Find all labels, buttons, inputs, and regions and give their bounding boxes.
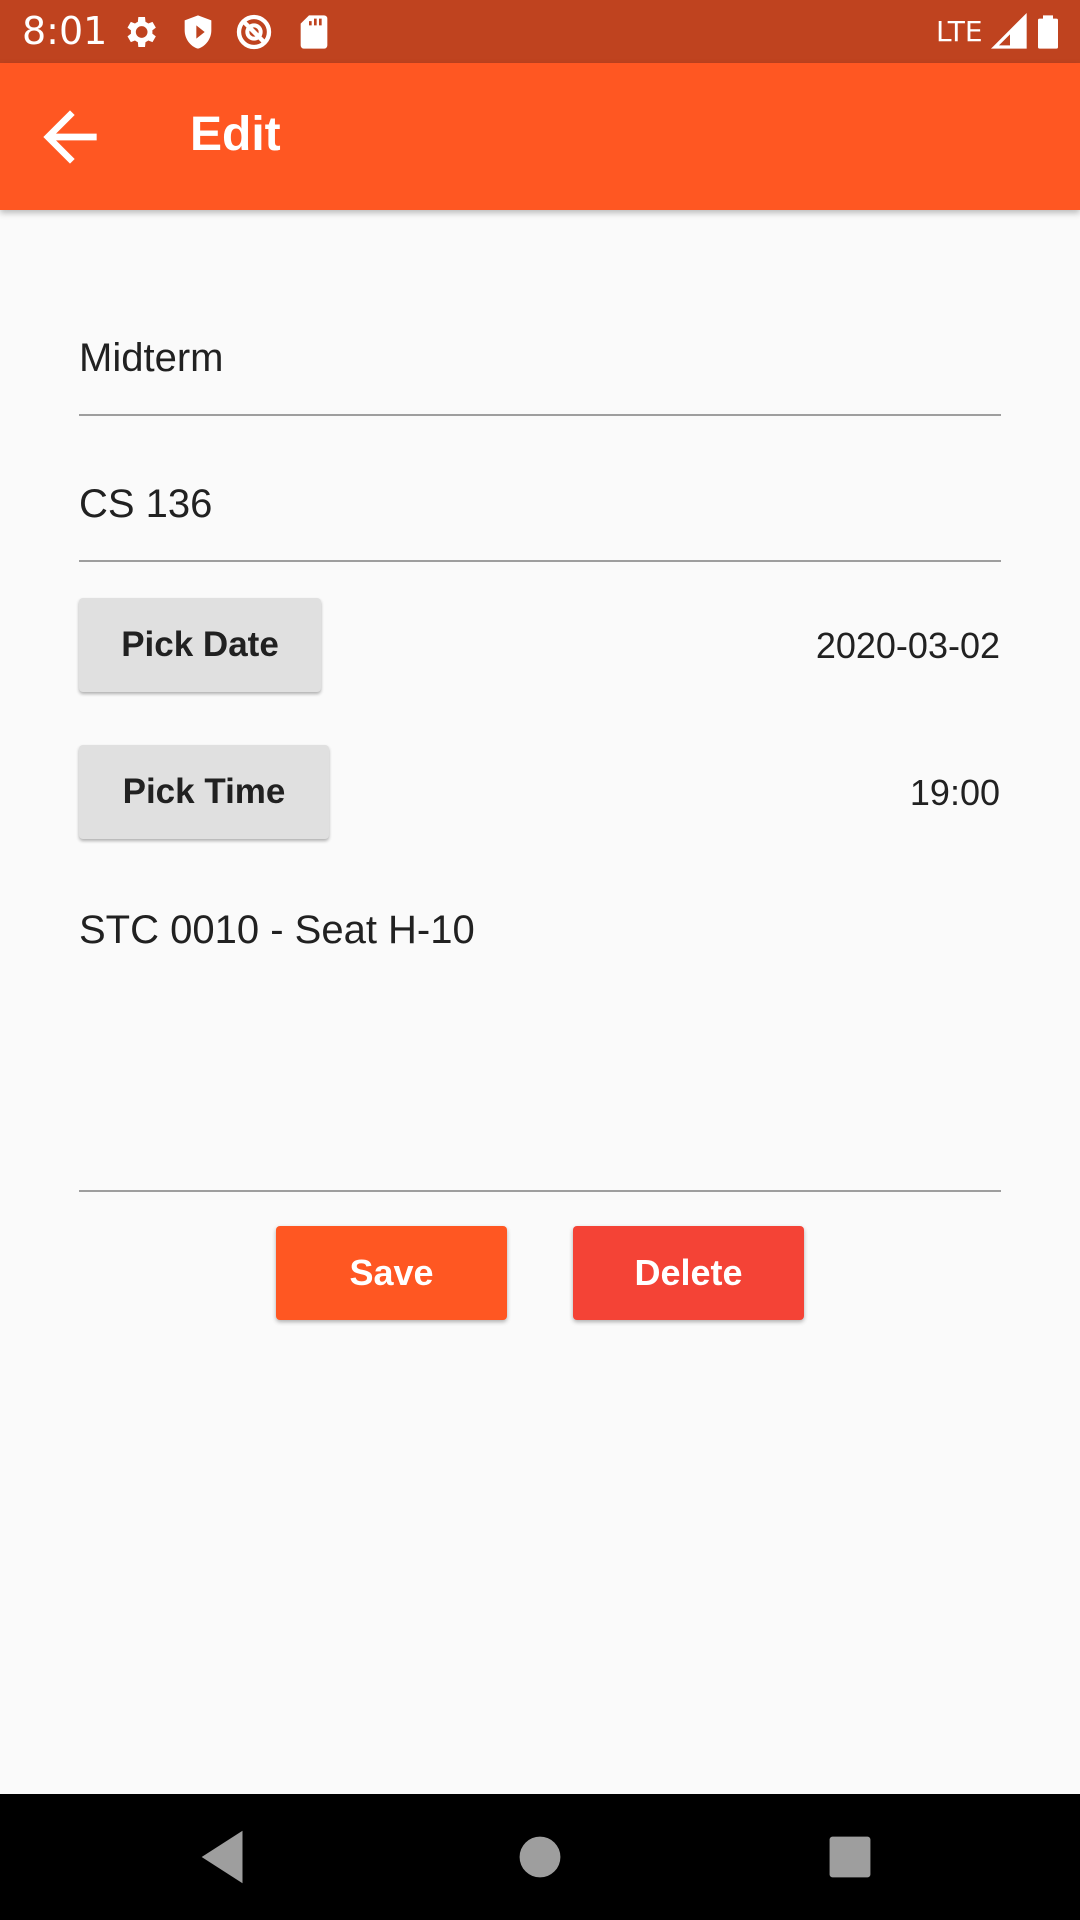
edit-screen: 8:01 LTE Edit Midterm CS 136 Pick Date 2… — [0, 0, 1080, 1920]
home-circle-icon[interactable] — [505, 1822, 575, 1892]
selected-time: 19:00 — [909, 772, 1000, 813]
location-field[interactable]: STC 0010 - Seat H-10 — [79, 900, 1001, 1192]
title-field-value: Midterm — [79, 336, 224, 380]
pick-time-button[interactable]: Pick Time — [79, 745, 329, 839]
signal-icon — [990, 12, 1027, 49]
shield-icon — [184, 15, 212, 49]
navigation-bar — [0, 1794, 1080, 1920]
sd-card-icon — [300, 15, 328, 49]
status-bar: 8:01 LTE — [0, 0, 1080, 63]
pick-date-button[interactable]: Pick Date — [79, 598, 321, 692]
settings-icon — [127, 17, 156, 47]
title-field[interactable]: Midterm — [79, 320, 1001, 416]
back-triangle-icon[interactable] — [190, 1822, 260, 1892]
save-button[interactable]: Save — [276, 1226, 507, 1320]
recents-square-icon[interactable] — [815, 1822, 885, 1892]
network-type: LTE — [936, 15, 983, 48]
arrow-back-icon[interactable] — [30, 97, 110, 177]
app-bar: Edit — [0, 63, 1080, 210]
delete-button[interactable]: Delete — [573, 1226, 804, 1320]
location-field-value: STC 0010 - Seat H-10 — [79, 908, 475, 952]
selected-date: 2020-03-02 — [815, 625, 1000, 666]
battery-icon — [1038, 15, 1058, 49]
do-not-disturb-icon — [236, 14, 272, 50]
course-field[interactable]: CS 136 — [79, 466, 1001, 562]
status-time: 8:01 — [22, 9, 108, 53]
course-field-value: CS 136 — [79, 482, 213, 526]
page-title: Edit — [190, 108, 281, 161]
